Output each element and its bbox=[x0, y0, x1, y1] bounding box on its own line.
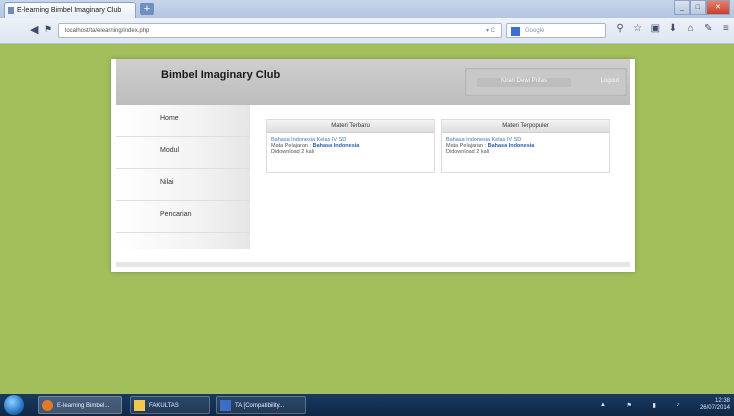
extension-icon[interactable]: ✎ bbox=[702, 23, 714, 38]
battery-icon[interactable]: ▮ bbox=[653, 402, 656, 409]
minimize-button[interactable]: _ bbox=[674, 0, 690, 15]
system-tray: ▲ ⚑ ▮ ♪ 12:38 26/07/2014 bbox=[600, 398, 730, 412]
browser-nav-bar: ◀ ⚑ localhost/ta/elearning/index.php ▾ C… bbox=[0, 18, 734, 44]
google-icon bbox=[511, 27, 520, 36]
taskbar-item-label: E-learning Bimbel... bbox=[57, 403, 110, 409]
browser-title-bar: E-learning Bimbel Imaginary Club + _ □ ✕ bbox=[0, 0, 734, 18]
download-count: Didownload 2 kali bbox=[446, 149, 490, 155]
menu-item-label: Pencarian bbox=[160, 211, 192, 218]
subject-value: Bahasa Indonesia bbox=[312, 143, 360, 149]
menu-item-nilai[interactable]: Nilai bbox=[116, 169, 250, 201]
subject-value: Bahasa Indonesia bbox=[487, 143, 535, 149]
latest-material-box: Materi Terbaru Bahasa Indonesia Kelas IV… bbox=[266, 119, 435, 173]
clock-date: 26/07/2014 bbox=[699, 405, 730, 411]
side-menu: Home Modul Nilai Pencarian bbox=[116, 105, 250, 249]
close-button[interactable]: ✕ bbox=[705, 0, 730, 15]
taskbar: E-learning Bimbel... FAKULTAS TA [Compat… bbox=[0, 394, 734, 416]
browser-tab[interactable]: E-learning Bimbel Imaginary Club bbox=[4, 2, 136, 18]
search-icon[interactable]: ⚲ bbox=[614, 23, 626, 38]
menu-icon[interactable]: ≡ bbox=[720, 23, 732, 38]
page-footer bbox=[116, 262, 630, 267]
url-text: localhost/ta/elearning/index.php bbox=[65, 28, 150, 34]
firefox-icon bbox=[42, 400, 53, 411]
bookmark-star-icon[interactable]: ☆ bbox=[632, 23, 644, 38]
maximize-button[interactable]: □ bbox=[689, 0, 706, 15]
menu-item-label: Nilai bbox=[160, 179, 174, 186]
download-count: Didownload 2 kali bbox=[271, 149, 315, 155]
tab-title: E-learning Bimbel Imaginary Club bbox=[17, 7, 122, 14]
menu-item-modul[interactable]: Modul bbox=[116, 137, 250, 169]
clock-time: 12:38 bbox=[714, 398, 730, 404]
taskbar-item-label: TA [Compatibility... bbox=[235, 403, 285, 409]
new-tab-button[interactable]: + bbox=[140, 3, 154, 15]
window-controls: _ □ ✕ bbox=[674, 0, 730, 15]
menu-item-label: Modul bbox=[160, 147, 180, 154]
taskbar-item-label: FAKULTAS bbox=[149, 403, 179, 409]
home-icon[interactable]: ⌂ bbox=[685, 23, 697, 38]
network-icon[interactable]: ▲ bbox=[600, 402, 606, 408]
site-title: Bimbel Imaginary Club bbox=[161, 69, 281, 81]
bookmarks-icon[interactable]: ▣ bbox=[649, 23, 661, 38]
user-name: Kiran Dewi Pritas bbox=[477, 78, 571, 87]
box-title: Materi Terbaru bbox=[267, 120, 434, 133]
search-bar[interactable]: Google bbox=[506, 23, 606, 38]
volume-icon[interactable]: ♪ bbox=[676, 402, 679, 408]
page-container: Bimbel Imaginary Club Kiran Dewi Pritas … bbox=[111, 59, 635, 272]
word-icon bbox=[220, 400, 231, 411]
popular-material-box: Materi Terpopuler Bahasa Indonesia Kelas… bbox=[441, 119, 610, 173]
page-favicon-icon bbox=[8, 7, 14, 14]
menu-item-home[interactable]: Home bbox=[116, 105, 250, 137]
menu-item-label: Home bbox=[160, 115, 179, 122]
flag-icon[interactable]: ⚑ bbox=[627, 402, 632, 409]
user-box: Kiran Dewi Pritas Logout bbox=[465, 68, 627, 96]
browser-toolbar: ⚲ ☆ ▣ ⬇ ⌂ ✎ ≡ bbox=[614, 23, 732, 38]
site-header: Bimbel Imaginary Club Kiran Dewi Pritas … bbox=[116, 59, 630, 105]
menu-item-pencarian[interactable]: Pencarian bbox=[116, 201, 250, 233]
taskbar-item-folder[interactable]: FAKULTAS bbox=[130, 396, 210, 414]
reload-icon[interactable]: ▾ C bbox=[486, 24, 495, 39]
folder-icon bbox=[134, 400, 145, 411]
taskbar-item-browser[interactable]: E-learning Bimbel... bbox=[38, 396, 122, 414]
back-arrow-icon[interactable]: ◀ bbox=[30, 23, 38, 36]
box-title: Materi Terpopuler bbox=[442, 120, 609, 133]
identity-icon[interactable]: ⚑ bbox=[44, 24, 52, 35]
logout-link[interactable]: Logout bbox=[601, 78, 619, 84]
clock[interactable]: 12:38 26/07/2014 bbox=[700, 398, 730, 412]
download-icon[interactable]: ⬇ bbox=[667, 23, 679, 38]
taskbar-item-word[interactable]: TA [Compatibility... bbox=[216, 396, 306, 414]
start-button[interactable] bbox=[4, 395, 24, 415]
url-bar[interactable]: localhost/ta/elearning/index.php ▾ C bbox=[58, 23, 502, 38]
search-placeholder: Google bbox=[525, 28, 545, 34]
